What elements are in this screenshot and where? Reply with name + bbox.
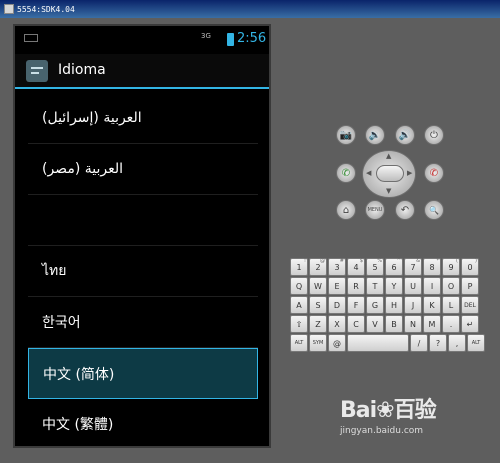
language-item-selected[interactable]: 中文 (简体) bbox=[28, 348, 258, 399]
battery-icon bbox=[227, 33, 234, 46]
space-key[interactable] bbox=[347, 334, 409, 352]
key-l[interactable]: L bbox=[442, 296, 460, 314]
power-icon[interactable]: ⏻ bbox=[424, 125, 444, 145]
window-title: 5554:SDK4.04 bbox=[17, 4, 75, 14]
dpad-center-button[interactable] bbox=[376, 165, 404, 182]
key-e[interactable]: E bbox=[328, 277, 346, 295]
key-del[interactable]: DEL bbox=[461, 296, 479, 314]
key-at[interactable]: @ bbox=[328, 334, 346, 352]
key-comma[interactable]: , bbox=[448, 334, 466, 352]
volume-up-icon[interactable]: 🔊 bbox=[395, 125, 415, 145]
key-x[interactable]: X bbox=[328, 315, 346, 333]
app-icon bbox=[4, 4, 14, 14]
key-d[interactable]: D bbox=[328, 296, 346, 314]
key-m[interactable]: M bbox=[423, 315, 441, 333]
key-h[interactable]: H bbox=[385, 296, 403, 314]
key-j[interactable]: J bbox=[404, 296, 422, 314]
menu-button[interactable]: MENU bbox=[365, 200, 385, 220]
signal-icon: 3G bbox=[201, 32, 211, 40]
dpad-left-icon[interactable]: ◀ bbox=[366, 169, 371, 177]
key-k[interactable]: K bbox=[423, 296, 441, 314]
watermark-url: jingyan.baidu.com bbox=[340, 426, 424, 436]
language-item[interactable] bbox=[28, 195, 258, 246]
key-n[interactable]: N bbox=[404, 315, 422, 333]
camera-icon[interactable]: 📷 bbox=[336, 125, 356, 145]
language-item[interactable]: 中文 (繁體) bbox=[28, 399, 258, 446]
notification-icon bbox=[24, 34, 38, 42]
watermark: Bai❀百验 jingyan.baidu.com bbox=[340, 392, 437, 436]
key-y[interactable]: Y bbox=[385, 277, 403, 295]
language-item[interactable]: العربية (إسرائيل) bbox=[28, 93, 258, 144]
call-icon[interactable]: ✆ bbox=[336, 163, 356, 183]
page-title: Idioma bbox=[58, 62, 106, 78]
key-s[interactable]: S bbox=[309, 296, 327, 314]
key-f[interactable]: F bbox=[347, 296, 365, 314]
key-v[interactable]: V bbox=[366, 315, 384, 333]
dpad-down-icon[interactable]: ▼ bbox=[386, 187, 391, 195]
device-screen: 3G 2:56 Idioma العربية (إسرائيل) العربية… bbox=[13, 24, 271, 448]
baidu-logo: Bai❀百验 bbox=[340, 398, 437, 423]
status-bar: 3G 2:56 bbox=[15, 26, 269, 54]
key-5[interactable]: 5% bbox=[366, 258, 384, 276]
window-titlebar: 5554:SDK4.04 bbox=[0, 0, 500, 18]
key-p[interactable]: P bbox=[461, 277, 479, 295]
hardware-keyboard: 1! 2 @ 3 # 4 $ 5% 6 ^ 7 & 8 * 9( 0) Q W E R T … bbox=[290, 258, 488, 354]
key-3[interactable]: 3 # bbox=[328, 258, 346, 276]
key-c[interactable]: C bbox=[347, 315, 365, 333]
key-alt-right[interactable]: ALT bbox=[467, 334, 485, 352]
key-slash[interactable]: / bbox=[410, 334, 428, 352]
language-item[interactable]: ไทย bbox=[28, 246, 258, 297]
key-sym[interactable]: SYM bbox=[309, 334, 327, 352]
key-r[interactable]: R bbox=[347, 277, 365, 295]
key-7[interactable]: 7 & bbox=[404, 258, 422, 276]
language-item[interactable]: العربية (مصر) bbox=[28, 144, 258, 195]
key-z[interactable]: Z bbox=[309, 315, 327, 333]
shift-key-icon[interactable]: ⇧ bbox=[290, 315, 308, 333]
key-i[interactable]: I bbox=[423, 277, 441, 295]
language-item[interactable]: 한국어 bbox=[28, 297, 258, 348]
key-0[interactable]: 0) bbox=[461, 258, 479, 276]
dpad-up-icon[interactable]: ▲ bbox=[386, 152, 391, 160]
status-time: 2:56 bbox=[237, 31, 267, 46]
key-b[interactable]: B bbox=[385, 315, 403, 333]
search-icon[interactable]: 🔍 bbox=[424, 200, 444, 220]
back-icon[interactable]: ↶ bbox=[395, 200, 415, 220]
key-1[interactable]: 1! bbox=[290, 258, 308, 276]
settings-app-icon[interactable] bbox=[26, 60, 48, 82]
key-8[interactable]: 8 * bbox=[423, 258, 441, 276]
key-w[interactable]: W bbox=[309, 277, 327, 295]
key-9[interactable]: 9( bbox=[442, 258, 460, 276]
enter-key-icon[interactable]: ↵ bbox=[461, 315, 479, 333]
key-6[interactable]: 6 ^ bbox=[385, 258, 403, 276]
key-period[interactable]: . bbox=[442, 315, 460, 333]
key-u[interactable]: U bbox=[404, 277, 422, 295]
end-call-icon[interactable]: ✆ bbox=[424, 163, 444, 183]
key-alt-left[interactable]: ALT bbox=[290, 334, 308, 352]
key-o[interactable]: O bbox=[442, 277, 460, 295]
key-q[interactable]: Q bbox=[290, 277, 308, 295]
key-4[interactable]: 4 $ bbox=[347, 258, 365, 276]
dpad-right-icon[interactable]: ▶ bbox=[407, 169, 412, 177]
key-g[interactable]: G bbox=[366, 296, 384, 314]
key-t[interactable]: T bbox=[366, 277, 384, 295]
key-a[interactable]: A bbox=[290, 296, 308, 314]
volume-down-icon[interactable]: 🔉 bbox=[365, 125, 385, 145]
action-bar: Idioma bbox=[15, 54, 269, 89]
key-2[interactable]: 2 @ bbox=[309, 258, 327, 276]
key-question[interactable]: ? bbox=[429, 334, 447, 352]
home-icon[interactable]: ⌂ bbox=[336, 200, 356, 220]
language-list: العربية (إسرائيل) العربية (مصر) ไทย 한국어 … bbox=[28, 93, 258, 446]
